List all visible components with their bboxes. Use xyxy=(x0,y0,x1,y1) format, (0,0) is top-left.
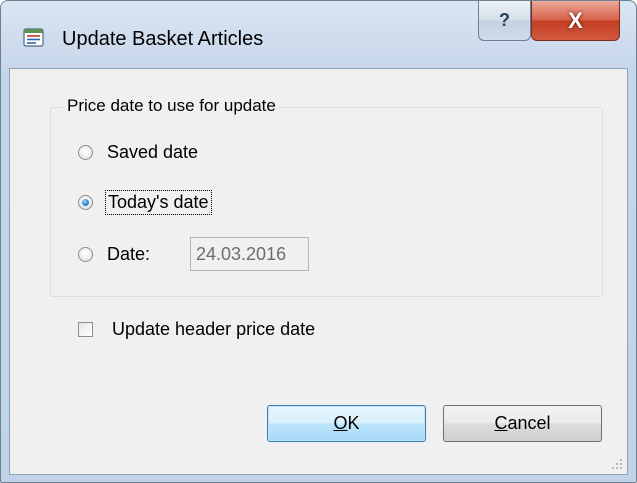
update-header-price-date-label[interactable]: Update header price date xyxy=(112,319,315,340)
radio-custom-date[interactable] xyxy=(78,246,93,262)
radio-saved-date-label[interactable]: Saved date xyxy=(107,142,198,163)
cancel-label-rest: ancel xyxy=(507,413,551,433)
radio-todays-date[interactable] xyxy=(78,194,93,210)
help-icon: ? xyxy=(499,10,510,30)
radio-todays-date-row[interactable]: Today's date xyxy=(78,189,212,215)
price-date-group-label: Price date to use for update xyxy=(65,96,278,116)
ok-button[interactable]: OK xyxy=(267,405,426,442)
help-button[interactable]: ? xyxy=(478,1,531,41)
radio-custom-date-label[interactable]: Date: xyxy=(107,244,150,265)
window-title: Update Basket Articles xyxy=(62,28,264,50)
cancel-button[interactable]: Cancel xyxy=(443,405,602,442)
basket-app-icon xyxy=(23,28,44,47)
cancel-mnemonic: C xyxy=(494,413,508,433)
close-icon: X xyxy=(568,7,583,33)
ok-label-rest: K xyxy=(347,413,360,433)
close-button[interactable]: X xyxy=(531,1,620,41)
update-header-price-date-checkbox[interactable] xyxy=(78,321,93,337)
dialog-window: Update Basket Articles ? X Price date to… xyxy=(0,0,637,483)
radio-saved-date-row[interactable]: Saved date xyxy=(78,140,198,164)
resize-grip-icon[interactable] xyxy=(611,458,623,470)
radio-todays-date-label[interactable]: Today's date xyxy=(105,189,212,215)
radio-saved-date[interactable] xyxy=(78,144,93,160)
date-field-value: 24.03.2016 xyxy=(196,243,287,264)
date-field[interactable]: 24.03.2016 xyxy=(190,237,309,271)
dialog-client-area: Price date to use for update Saved date … xyxy=(9,68,628,475)
ok-mnemonic: O xyxy=(333,413,348,433)
update-header-price-date-row[interactable]: Update header price date xyxy=(78,317,315,341)
radio-custom-date-row[interactable]: Date: xyxy=(78,242,150,266)
